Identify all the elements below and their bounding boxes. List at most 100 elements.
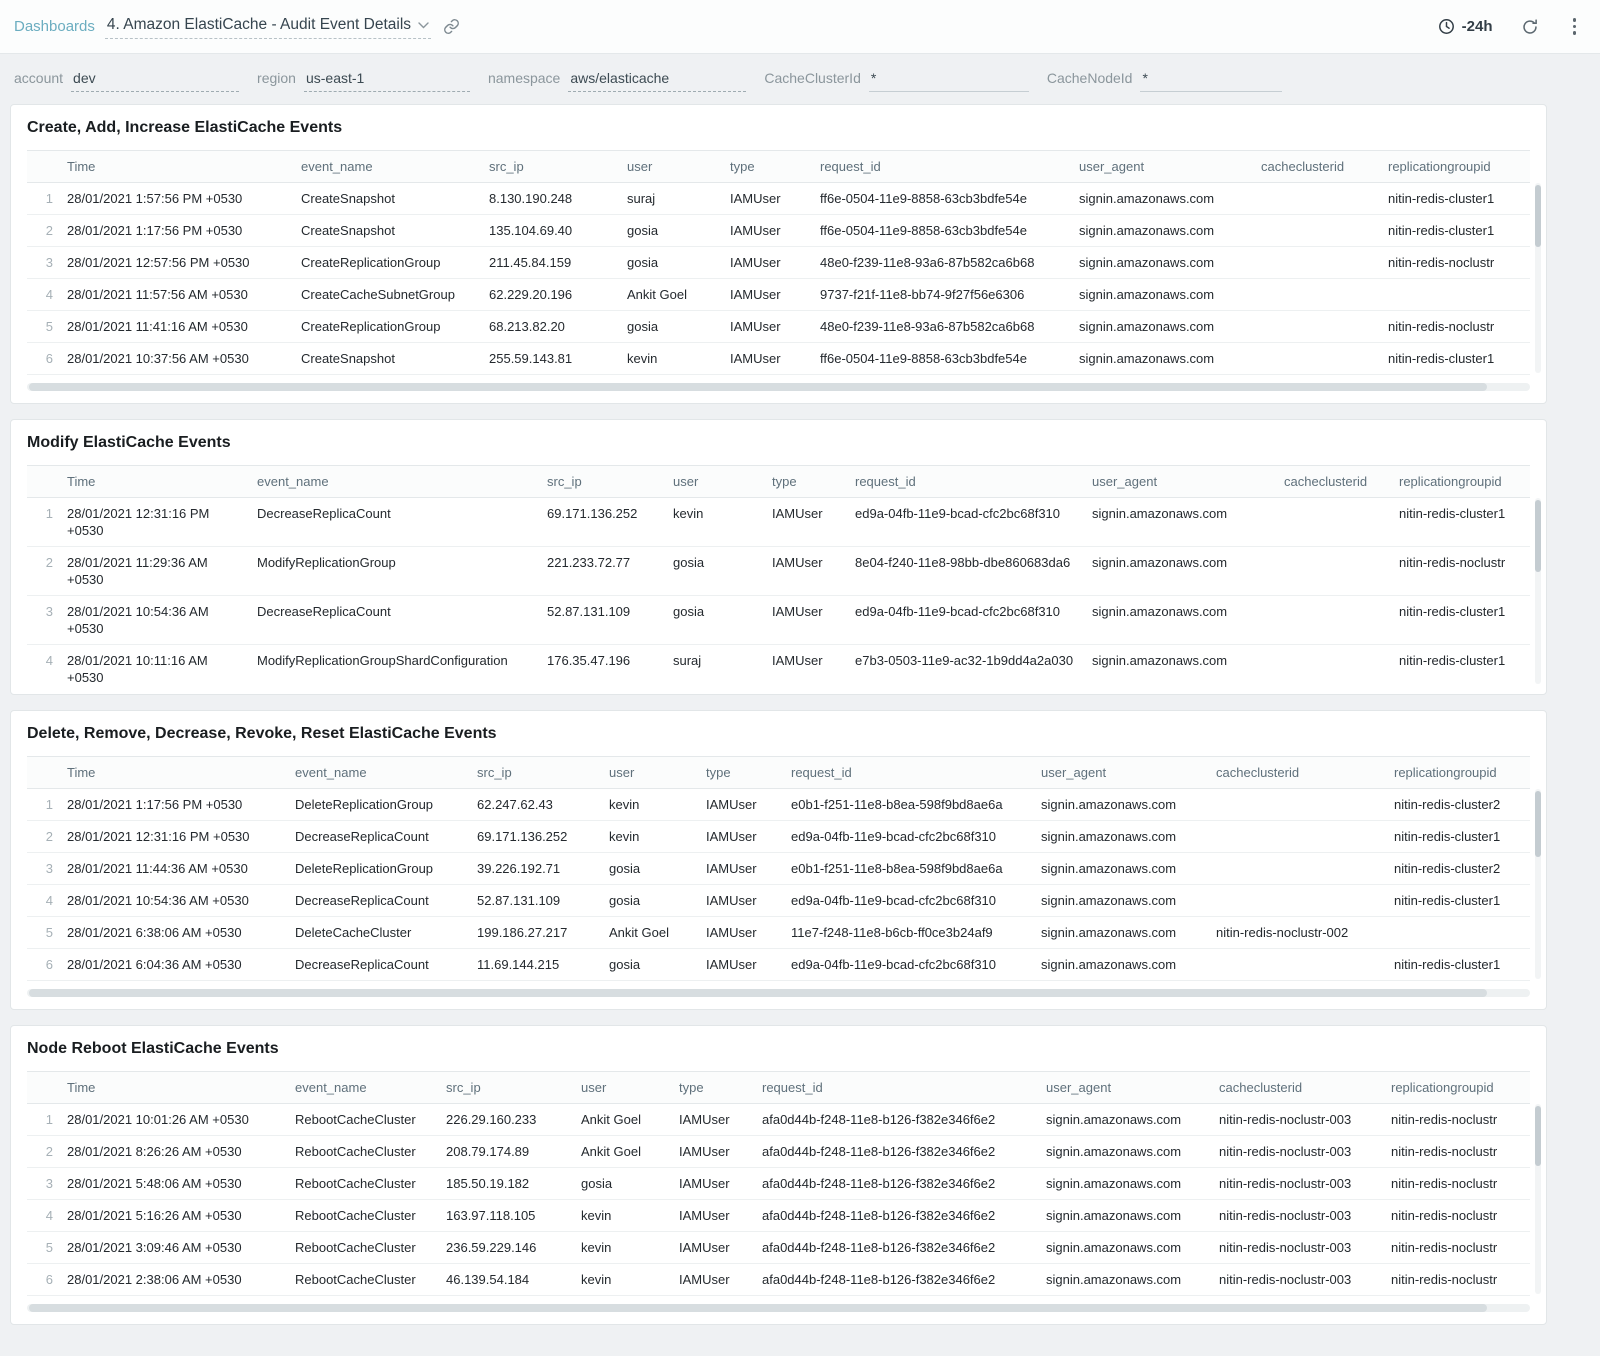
column-header-type[interactable]: type (675, 1072, 758, 1104)
column-header-cacheclusterid[interactable]: cacheclusterid (1280, 466, 1395, 498)
column-header-event_name[interactable]: event_name (291, 757, 473, 789)
filter-value-input[interactable]: * (869, 70, 1029, 92)
horizontal-scrollbar[interactable] (27, 1304, 1530, 1312)
column-header-request_id[interactable]: request_id (851, 466, 1088, 498)
filter-value-input[interactable]: * (1140, 70, 1282, 92)
column-header-replicationgroupid[interactable]: replicationgroupid (1384, 151, 1530, 183)
column-header-user_agent[interactable]: user_agent (1088, 466, 1280, 498)
table-row[interactable]: 328/01/2021 5:48:06 AM +0530RebootCacheC… (27, 1168, 1530, 1200)
cell-time: 28/01/2021 1:57:56 PM +0530 (63, 183, 297, 215)
horizontal-scrollbar[interactable] (27, 989, 1530, 997)
table-row[interactable]: 628/01/2021 6:04:36 AM +0530DecreaseRepl… (27, 949, 1530, 981)
vertical-scrollbar[interactable] (1535, 1104, 1541, 1294)
column-header-time[interactable]: Time (63, 151, 297, 183)
cell-user: Ankit Goel (605, 917, 702, 949)
table-row[interactable]: 228/01/2021 1:17:56 PM +0530CreateSnapsh… (27, 215, 1530, 247)
column-header-cacheclusterid[interactable]: cacheclusterid (1212, 757, 1390, 789)
column-header-request_id[interactable]: request_id (816, 151, 1075, 183)
column-header-user[interactable]: user (605, 757, 702, 789)
cell-type: IAMUser (768, 498, 851, 547)
column-header-replicationgroupid[interactable]: replicationgroupid (1390, 757, 1530, 789)
cell-src_ip: 69.171.136.252 (543, 498, 669, 547)
column-header-event_name[interactable]: event_name (253, 466, 543, 498)
cell-cacheclusterid (1280, 498, 1395, 547)
table-row[interactable]: 528/01/2021 11:41:16 AM +0530CreateRepli… (27, 311, 1530, 343)
table-row[interactable]: 628/01/2021 2:38:06 AM +0530RebootCacheC… (27, 1264, 1530, 1296)
column-header-replicationgroupid[interactable]: replicationgroupid (1395, 466, 1530, 498)
breadcrumb[interactable]: Dashboards (14, 18, 95, 35)
column-header-cacheclusterid[interactable]: cacheclusterid (1257, 151, 1384, 183)
table-row[interactable]: 428/01/2021 10:11:16 AM +0530ModifyRepli… (27, 645, 1530, 687)
column-header-time[interactable]: Time (63, 466, 253, 498)
panel-title: Modify ElastiCache Events (27, 434, 1530, 452)
table-row[interactable]: 528/01/2021 6:38:06 AM +0530DeleteCacheC… (27, 917, 1530, 949)
column-header-type[interactable]: type (726, 151, 816, 183)
column-header-user_agent[interactable]: user_agent (1042, 1072, 1215, 1104)
column-header-event_name[interactable]: event_name (291, 1072, 442, 1104)
filter-value-input[interactable]: dev (71, 70, 239, 92)
filter-cachenodeid[interactable]: CacheNodeId * (1047, 70, 1283, 92)
cell-user: kevin (577, 1200, 675, 1232)
table-row[interactable]: 228/01/2021 12:31:16 PM +0530DecreaseRep… (27, 821, 1530, 853)
cell-event_name: DecreaseReplicaCount (291, 949, 473, 981)
table-row[interactable]: 428/01/2021 11:57:56 AM +0530CreateCache… (27, 279, 1530, 311)
column-header-type[interactable]: type (768, 466, 851, 498)
table-row[interactable]: 428/01/2021 5:16:26 AM +0530RebootCacheC… (27, 1200, 1530, 1232)
column-header-request_id[interactable]: request_id (787, 757, 1037, 789)
table-row[interactable]: 128/01/2021 12:31:16 PM +0530DecreaseRep… (27, 498, 1530, 547)
time-range-picker[interactable]: -24h (1438, 18, 1493, 35)
filter-region[interactable]: region us-east-1 (257, 70, 470, 92)
table-row[interactable]: 328/01/2021 12:57:56 PM +0530CreateRepli… (27, 247, 1530, 279)
column-header-type[interactable]: type (702, 757, 787, 789)
column-header-user_agent[interactable]: user_agent (1037, 757, 1212, 789)
kebab-menu-icon[interactable] (1567, 16, 1583, 37)
column-header-src_ip[interactable]: src_ip (442, 1072, 577, 1104)
cell-replicationgroupid: nitin-redis-cluster2 (1390, 789, 1530, 821)
table-row[interactable]: 428/01/2021 10:54:36 AM +0530DecreaseRep… (27, 885, 1530, 917)
cell-event_name: DeleteCacheCluster (291, 917, 473, 949)
column-header-cacheclusterid[interactable]: cacheclusterid (1215, 1072, 1387, 1104)
cell-user: gosia (577, 1168, 675, 1200)
cell-time: 28/01/2021 1:17:56 PM +0530 (63, 789, 291, 821)
table-row[interactable]: 328/01/2021 11:44:36 AM +0530DeleteRepli… (27, 853, 1530, 885)
table-row[interactable]: 528/01/2021 3:09:46 AM +0530RebootCacheC… (27, 1232, 1530, 1264)
vertical-scrollbar[interactable] (1535, 789, 1541, 979)
share-link-button[interactable] (443, 18, 460, 35)
column-header-user[interactable]: user (669, 466, 768, 498)
table-row[interactable]: 128/01/2021 1:57:56 PM +0530CreateSnapsh… (27, 183, 1530, 215)
table-row[interactable]: 328/01/2021 10:54:36 AM +0530DecreaseRep… (27, 596, 1530, 645)
cell-user_agent: signin.amazonaws.com (1075, 343, 1257, 375)
column-header-time[interactable]: Time (63, 757, 291, 789)
row-number: 1 (27, 183, 63, 215)
column-header-request_id[interactable]: request_id (758, 1072, 1042, 1104)
column-header-event_name[interactable]: event_name (297, 151, 485, 183)
dashboard-title-selector[interactable]: 4. Amazon ElastiCache - Audit Event Deta… (105, 14, 431, 39)
cell-replicationgroupid: nitin-redis-noclustr (1395, 547, 1530, 596)
vertical-scrollbar[interactable] (1535, 498, 1541, 684)
column-header-src_ip[interactable]: src_ip (473, 757, 605, 789)
column-header-user[interactable]: user (577, 1072, 675, 1104)
table-row[interactable]: 128/01/2021 10:01:26 AM +0530RebootCache… (27, 1104, 1530, 1136)
filter-namespace[interactable]: namespace aws/elasticache (488, 70, 746, 92)
filter-cacheclusterid[interactable]: CacheClusterId * (764, 70, 1029, 92)
filter-value-input[interactable]: us-east-1 (304, 70, 470, 92)
horizontal-scrollbar[interactable] (27, 383, 1530, 391)
column-header-src_ip[interactable]: src_ip (485, 151, 623, 183)
table-row[interactable]: 228/01/2021 11:29:36 AM +0530ModifyRepli… (27, 547, 1530, 596)
column-header-user_agent[interactable]: user_agent (1075, 151, 1257, 183)
table-row[interactable]: 128/01/2021 1:17:56 PM +0530DeleteReplic… (27, 789, 1530, 821)
cell-type: IAMUser (675, 1264, 758, 1296)
column-header-src_ip[interactable]: src_ip (543, 466, 669, 498)
column-header-replicationgroupid[interactable]: replicationgroupid (1387, 1072, 1530, 1104)
table-row[interactable]: 228/01/2021 8:26:26 AM +0530RebootCacheC… (27, 1136, 1530, 1168)
column-header-time[interactable]: Time (63, 1072, 291, 1104)
cell-request_id: afa0d44b-f248-11e8-b126-f382e346f6e2 (758, 1200, 1042, 1232)
filter-account[interactable]: account dev (14, 70, 239, 92)
cell-type: IAMUser (726, 215, 816, 247)
filter-value-input[interactable]: aws/elasticache (568, 70, 746, 92)
table-row[interactable]: 628/01/2021 10:37:56 AM +0530CreateSnaps… (27, 343, 1530, 375)
column-header-user[interactable]: user (623, 151, 726, 183)
cell-src_ip: 135.104.69.40 (485, 215, 623, 247)
vertical-scrollbar[interactable] (1535, 183, 1541, 373)
refresh-button[interactable] (1521, 18, 1539, 36)
